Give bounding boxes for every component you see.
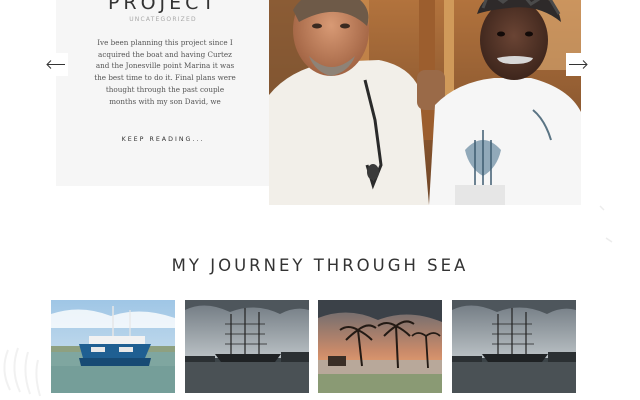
arrow-right-icon — [569, 60, 588, 69]
decorative-mark — [599, 205, 613, 243]
keep-reading-link[interactable]: KEEP READING... — [56, 136, 270, 143]
post-featured-image[interactable] — [269, 0, 581, 205]
slider-next-button[interactable] — [566, 53, 590, 76]
arrow-left-icon — [46, 60, 65, 69]
gallery-section-title: MY JOURNEY THROUGH SEA — [171, 256, 469, 275]
page: PROJECT UNCATEGORIZED Ive been planning … — [0, 0, 640, 400]
gallery-image-catamaran[interactable] — [51, 300, 175, 393]
post-card: PROJECT UNCATEGORIZED Ive been planning … — [56, 0, 270, 186]
two-men-selfie-photo — [269, 0, 581, 205]
post-title[interactable]: PROJECT — [56, 0, 270, 13]
tall-ship-photo — [452, 300, 576, 393]
gallery-image-palm-sunset[interactable] — [318, 300, 442, 393]
slider-prev-button[interactable] — [44, 53, 68, 76]
decorative-scribble — [3, 347, 41, 397]
gallery-image-tall-ship-2[interactable] — [452, 300, 576, 393]
featured-post-slider: PROJECT UNCATEGORIZED Ive been planning … — [0, 0, 640, 205]
tall-ship-photo — [185, 300, 309, 393]
palm-sunset-photo — [318, 300, 442, 393]
post-category[interactable]: UNCATEGORIZED — [56, 16, 270, 23]
gallery-image-tall-ship[interactable] — [185, 300, 309, 393]
catamaran-photo — [51, 300, 175, 393]
post-excerpt: Ive been planning this project since I a… — [94, 38, 236, 106]
